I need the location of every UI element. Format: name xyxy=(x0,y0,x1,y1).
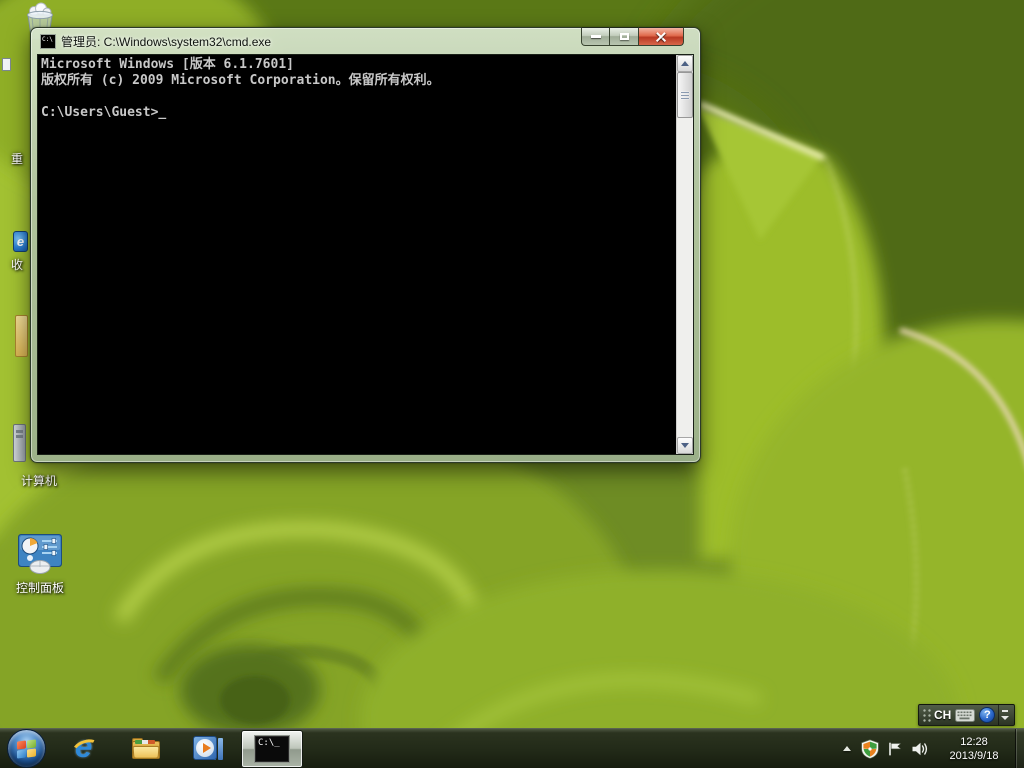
media-player-icon xyxy=(193,735,223,763)
console-scrollbar[interactable] xyxy=(676,55,693,454)
console-cursor: _ xyxy=(158,105,167,120)
close-icon xyxy=(655,31,667,43)
taskbar-ie-button[interactable]: e xyxy=(66,729,106,768)
scrollbar-track[interactable] xyxy=(677,72,693,437)
clock-date: 2013/9/18 xyxy=(949,749,999,762)
ie-shortcut-icon-partial[interactable]: e xyxy=(13,231,28,252)
console-line: Microsoft Windows [版本 6.1.7601] xyxy=(41,57,294,72)
console-area[interactable]: Microsoft Windows [版本 6.1.7601] 版权所有 (c) … xyxy=(37,54,694,455)
taskbar: e C:\_ 12:28 2013/9/18 xyxy=(0,728,1024,768)
console-prompt: C:\Users\Guest> xyxy=(41,105,159,120)
close-button[interactable] xyxy=(639,27,684,46)
flag-icon xyxy=(889,742,902,755)
thumb-grip xyxy=(681,97,689,99)
keyboard-icon[interactable] xyxy=(955,708,976,722)
speaker-icon xyxy=(912,742,927,755)
folder-icon xyxy=(132,737,160,760)
up-arrow-icon xyxy=(843,746,851,751)
language-bar[interactable]: CH ? xyxy=(918,704,1015,726)
scroll-down-icon xyxy=(681,443,689,448)
maximize-icon xyxy=(619,33,629,40)
tray-security-icon[interactable] xyxy=(859,738,881,760)
desktop-label-computer: 计算机 xyxy=(20,474,57,488)
taskbar-clock[interactable]: 12:28 2013/9/18 xyxy=(935,735,1013,763)
language-indicator[interactable]: CH xyxy=(934,708,951,722)
start-button[interactable] xyxy=(7,729,46,768)
caption-buttons xyxy=(581,27,684,46)
cmd-window: C:\ 管理员: C:\Windows\system32\cmd.exe Mic… xyxy=(30,27,701,463)
language-bar-minimize-icon[interactable] xyxy=(1001,709,1008,712)
console-line: 版权所有 (c) 2009 Microsoft Corporation。保留所有… xyxy=(41,73,440,88)
console-prompt-line: C:\Users\Guest>_ xyxy=(41,105,673,121)
cmd-window-title: 管理员: C:\Windows\system32\cmd.exe xyxy=(61,34,272,49)
thumb-grip xyxy=(681,94,689,96)
help-icon[interactable]: ? xyxy=(979,707,996,723)
scrollbar-thumb[interactable] xyxy=(677,72,693,118)
taskbar-media-player-button[interactable] xyxy=(188,729,228,768)
internet-explorer-icon: e xyxy=(69,730,103,764)
control-panel-icon[interactable] xyxy=(17,529,63,575)
shield-icon xyxy=(861,738,879,759)
thumb-grip xyxy=(681,91,689,93)
desktop-label-partial-2: 重 xyxy=(11,152,24,166)
windows-logo-icon xyxy=(17,739,37,759)
minimize-button[interactable] xyxy=(581,27,610,46)
minimize-icon xyxy=(590,35,601,38)
show-desktop-button[interactable] xyxy=(1015,729,1024,768)
action-center-button[interactable] xyxy=(884,738,906,760)
taskbar-explorer-button[interactable] xyxy=(126,729,166,768)
language-bar-grip[interactable] xyxy=(921,707,931,723)
cmd-window-icon: C:\ xyxy=(40,33,56,49)
volume-button[interactable] xyxy=(909,738,931,760)
system-tray: 12:28 2013/9/18 xyxy=(838,729,1024,768)
desktop-label-partial-3: 收 xyxy=(11,258,24,272)
partially-hidden-icon[interactable] xyxy=(2,58,11,71)
show-hidden-icons-button[interactable] xyxy=(838,739,856,759)
maximize-button[interactable] xyxy=(610,27,639,46)
taskbar-cmd-button-active[interactable]: C:\_ xyxy=(241,729,303,768)
language-bar-options[interactable] xyxy=(998,705,1010,725)
scrollbar-up-button[interactable] xyxy=(677,55,693,72)
scroll-up-icon xyxy=(681,61,689,66)
cmd-taskbar-icon: C:\_ xyxy=(254,734,290,763)
clock-time: 12:28 xyxy=(960,735,988,748)
console-output[interactable]: Microsoft Windows [版本 6.1.7601] 版权所有 (c) … xyxy=(38,55,676,454)
scrollbar-down-button[interactable] xyxy=(677,437,693,454)
chevron-down-icon[interactable] xyxy=(1000,716,1009,721)
folder-icon-partial[interactable] xyxy=(15,315,28,357)
desktop-label-control-panel: 控制面板 xyxy=(15,581,64,595)
computer-icon-partial[interactable] xyxy=(13,424,26,462)
